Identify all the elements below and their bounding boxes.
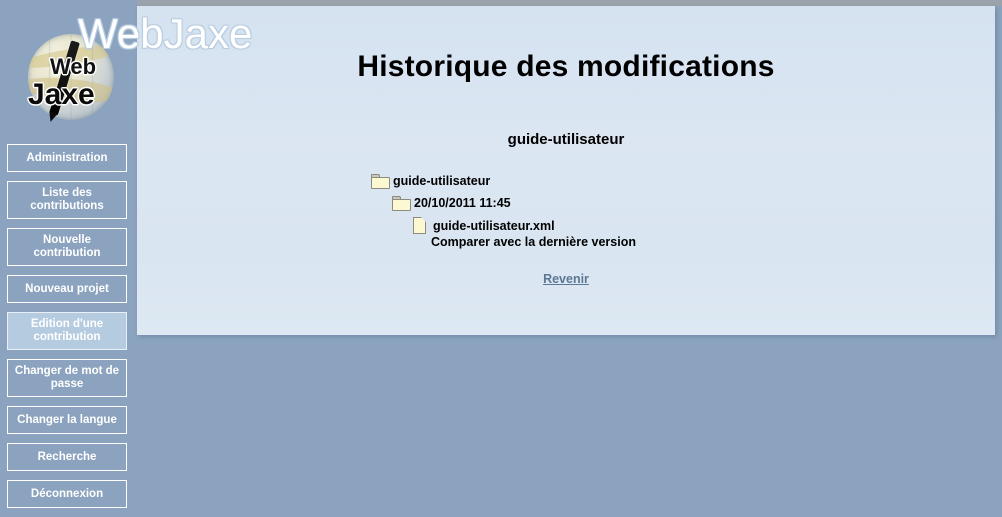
sidebar-item-nouveau-projet[interactable]: Nouveau projet — [7, 275, 127, 303]
back-link[interactable]: Revenir — [543, 272, 589, 286]
folder-icon — [371, 174, 390, 189]
sidebar-item-nouvelle-contribution[interactable]: Nouvelle contribution — [7, 228, 127, 266]
sidebar-item-edition-dune-contribution[interactable]: Edition d'une contribution — [7, 312, 127, 350]
sidebar-item-changer-la-langue[interactable]: Changer la langue — [7, 406, 127, 434]
sidebar-nav: Administration Liste des contributions N… — [0, 144, 137, 517]
file-icon — [413, 217, 426, 234]
folder-icon — [392, 196, 411, 211]
tree-node-root[interactable]: guide-utilisateur — [137, 173, 995, 189]
sidebar-item-recherche[interactable]: Recherche — [7, 443, 127, 471]
tree-node-root-label: guide-utilisateur — [393, 173, 490, 189]
revision-tree: guide-utilisateur 20/10/2011 11:45 guide… — [137, 148, 995, 250]
brand-title: WebJaxe — [78, 10, 252, 58]
content-panel: Historique des modifications guide-utili… — [137, 6, 995, 335]
sidebar: Web Jaxe Administration Liste des contri… — [0, 0, 137, 514]
app-root: Web Jaxe Administration Liste des contri… — [0, 0, 1002, 514]
sidebar-item-changer-de-mot-de-passe[interactable]: Changer de mot de passe — [7, 359, 127, 397]
back-link-container: Revenir — [137, 250, 995, 288]
tree-node-revision[interactable]: 20/10/2011 11:45 — [137, 195, 995, 211]
sidebar-item-liste-des-contributions[interactable]: Liste des contributions — [7, 181, 127, 219]
document-name: guide-utilisateur — [137, 84, 995, 148]
tree-node-file-label: guide-utilisateur.xml — [433, 218, 555, 234]
sidebar-item-administration[interactable]: Administration — [7, 144, 127, 172]
page-title: Historique des modifications — [137, 6, 995, 84]
tree-node-revision-label: 20/10/2011 11:45 — [414, 195, 511, 211]
sidebar-item-deconnexion[interactable]: Déconnexion — [7, 480, 127, 508]
tree-node-file[interactable]: guide-utilisateur.xml — [137, 217, 995, 234]
compare-with-latest-version-link[interactable]: Comparer avec la dernière version — [137, 234, 995, 250]
